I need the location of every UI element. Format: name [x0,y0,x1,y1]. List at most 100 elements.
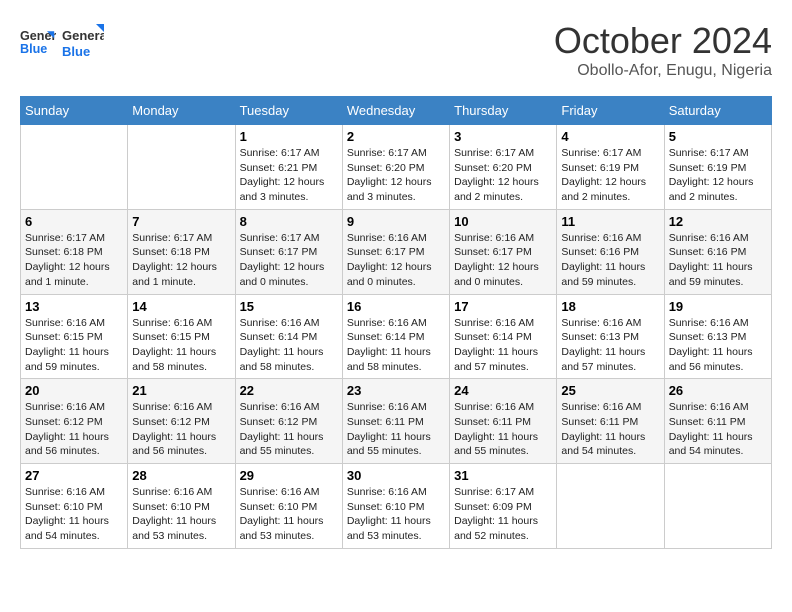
svg-text:Blue: Blue [20,42,47,56]
logo: General Blue General Blue [20,20,104,64]
weekday-header-row: SundayMondayTuesdayWednesdayThursdayFrid… [21,97,772,125]
day-number: 3 [454,129,552,144]
calendar-cell: 12 Sunrise: 6:16 AMSunset: 6:16 PMDaylig… [664,209,771,294]
calendar-cell: 8 Sunrise: 6:17 AMSunset: 6:17 PMDayligh… [235,209,342,294]
calendar-cell: 31 Sunrise: 6:17 AMSunset: 6:09 PMDaylig… [450,464,557,549]
calendar-cell: 24 Sunrise: 6:16 AMSunset: 6:11 PMDaylig… [450,379,557,464]
calendar-table: SundayMondayTuesdayWednesdayThursdayFrid… [20,96,772,549]
day-info: Sunrise: 6:17 AMSunset: 6:20 PMDaylight:… [347,147,432,203]
calendar-cell: 17 Sunrise: 6:16 AMSunset: 6:14 PMDaylig… [450,294,557,379]
day-info: Sunrise: 6:17 AMSunset: 6:20 PMDaylight:… [454,147,539,203]
day-number: 28 [132,468,230,483]
day-number: 10 [454,214,552,229]
calendar-cell: 16 Sunrise: 6:16 AMSunset: 6:14 PMDaylig… [342,294,449,379]
calendar-cell: 3 Sunrise: 6:17 AMSunset: 6:20 PMDayligh… [450,125,557,210]
calendar-cell: 25 Sunrise: 6:16 AMSunset: 6:11 PMDaylig… [557,379,664,464]
day-info: Sunrise: 6:16 AMSunset: 6:12 PMDaylight:… [132,401,216,457]
weekday-header: Sunday [21,97,128,125]
calendar-cell [664,464,771,549]
calendar-cell: 7 Sunrise: 6:17 AMSunset: 6:18 PMDayligh… [128,209,235,294]
day-info: Sunrise: 6:16 AMSunset: 6:17 PMDaylight:… [347,232,432,288]
day-info: Sunrise: 6:16 AMSunset: 6:15 PMDaylight:… [132,317,216,373]
calendar-cell: 10 Sunrise: 6:16 AMSunset: 6:17 PMDaylig… [450,209,557,294]
day-info: Sunrise: 6:17 AMSunset: 6:19 PMDaylight:… [669,147,754,203]
logo-icon: General Blue [20,24,56,60]
calendar-cell: 6 Sunrise: 6:17 AMSunset: 6:18 PMDayligh… [21,209,128,294]
day-number: 2 [347,129,445,144]
calendar-cell: 14 Sunrise: 6:16 AMSunset: 6:15 PMDaylig… [128,294,235,379]
day-info: Sunrise: 6:16 AMSunset: 6:16 PMDaylight:… [561,232,645,288]
calendar-week-row: 20 Sunrise: 6:16 AMSunset: 6:12 PMDaylig… [21,379,772,464]
day-info: Sunrise: 6:16 AMSunset: 6:13 PMDaylight:… [669,317,753,373]
day-number: 11 [561,214,659,229]
calendar-cell: 18 Sunrise: 6:16 AMSunset: 6:13 PMDaylig… [557,294,664,379]
calendar-cell: 11 Sunrise: 6:16 AMSunset: 6:16 PMDaylig… [557,209,664,294]
calendar-week-row: 27 Sunrise: 6:16 AMSunset: 6:10 PMDaylig… [21,464,772,549]
day-info: Sunrise: 6:16 AMSunset: 6:11 PMDaylight:… [669,401,753,457]
day-number: 4 [561,129,659,144]
day-number: 9 [347,214,445,229]
day-info: Sunrise: 6:16 AMSunset: 6:11 PMDaylight:… [561,401,645,457]
page-header: General Blue General Blue October 2024 O… [20,20,772,80]
calendar-cell: 4 Sunrise: 6:17 AMSunset: 6:19 PMDayligh… [557,125,664,210]
weekday-header: Wednesday [342,97,449,125]
calendar-cell [128,125,235,210]
day-number: 29 [240,468,338,483]
day-number: 1 [240,129,338,144]
calendar-cell [557,464,664,549]
day-number: 21 [132,383,230,398]
weekday-header: Saturday [664,97,771,125]
day-info: Sunrise: 6:17 AMSunset: 6:17 PMDaylight:… [240,232,325,288]
calendar-week-row: 13 Sunrise: 6:16 AMSunset: 6:15 PMDaylig… [21,294,772,379]
day-info: Sunrise: 6:16 AMSunset: 6:14 PMDaylight:… [240,317,324,373]
day-number: 30 [347,468,445,483]
day-info: Sunrise: 6:16 AMSunset: 6:10 PMDaylight:… [347,486,431,542]
day-number: 31 [454,468,552,483]
day-info: Sunrise: 6:16 AMSunset: 6:11 PMDaylight:… [347,401,431,457]
day-number: 13 [25,299,123,314]
calendar-cell: 28 Sunrise: 6:16 AMSunset: 6:10 PMDaylig… [128,464,235,549]
day-number: 23 [347,383,445,398]
day-number: 26 [669,383,767,398]
day-info: Sunrise: 6:16 AMSunset: 6:17 PMDaylight:… [454,232,539,288]
weekday-header: Thursday [450,97,557,125]
day-number: 12 [669,214,767,229]
weekday-header: Friday [557,97,664,125]
svg-text:Blue: Blue [62,44,90,59]
calendar-cell: 5 Sunrise: 6:17 AMSunset: 6:19 PMDayligh… [664,125,771,210]
day-number: 22 [240,383,338,398]
day-number: 8 [240,214,338,229]
day-info: Sunrise: 6:16 AMSunset: 6:16 PMDaylight:… [669,232,753,288]
day-info: Sunrise: 6:17 AMSunset: 6:18 PMDaylight:… [25,232,110,288]
calendar-cell: 20 Sunrise: 6:16 AMSunset: 6:12 PMDaylig… [21,379,128,464]
calendar-cell: 23 Sunrise: 6:16 AMSunset: 6:11 PMDaylig… [342,379,449,464]
day-number: 17 [454,299,552,314]
calendar-cell: 15 Sunrise: 6:16 AMSunset: 6:14 PMDaylig… [235,294,342,379]
calendar-cell: 19 Sunrise: 6:16 AMSunset: 6:13 PMDaylig… [664,294,771,379]
calendar-cell: 1 Sunrise: 6:17 AMSunset: 6:21 PMDayligh… [235,125,342,210]
weekday-header: Tuesday [235,97,342,125]
month-title: October 2024 [554,20,772,62]
day-info: Sunrise: 6:17 AMSunset: 6:09 PMDaylight:… [454,486,538,542]
day-number: 15 [240,299,338,314]
day-info: Sunrise: 6:16 AMSunset: 6:10 PMDaylight:… [132,486,216,542]
calendar-cell: 9 Sunrise: 6:16 AMSunset: 6:17 PMDayligh… [342,209,449,294]
day-number: 24 [454,383,552,398]
day-info: Sunrise: 6:17 AMSunset: 6:19 PMDaylight:… [561,147,646,203]
day-info: Sunrise: 6:16 AMSunset: 6:10 PMDaylight:… [25,486,109,542]
day-number: 16 [347,299,445,314]
day-number: 27 [25,468,123,483]
location: Obollo-Afor, Enugu, Nigeria [554,62,772,80]
calendar-cell: 13 Sunrise: 6:16 AMSunset: 6:15 PMDaylig… [21,294,128,379]
day-info: Sunrise: 6:17 AMSunset: 6:21 PMDaylight:… [240,147,325,203]
weekday-header: Monday [128,97,235,125]
calendar-cell: 21 Sunrise: 6:16 AMSunset: 6:12 PMDaylig… [128,379,235,464]
day-info: Sunrise: 6:16 AMSunset: 6:13 PMDaylight:… [561,317,645,373]
day-info: Sunrise: 6:17 AMSunset: 6:18 PMDaylight:… [132,232,217,288]
calendar-cell: 26 Sunrise: 6:16 AMSunset: 6:11 PMDaylig… [664,379,771,464]
calendar-week-row: 6 Sunrise: 6:17 AMSunset: 6:18 PMDayligh… [21,209,772,294]
calendar-cell: 2 Sunrise: 6:17 AMSunset: 6:20 PMDayligh… [342,125,449,210]
calendar-cell: 29 Sunrise: 6:16 AMSunset: 6:10 PMDaylig… [235,464,342,549]
day-info: Sunrise: 6:16 AMSunset: 6:12 PMDaylight:… [240,401,324,457]
day-number: 20 [25,383,123,398]
